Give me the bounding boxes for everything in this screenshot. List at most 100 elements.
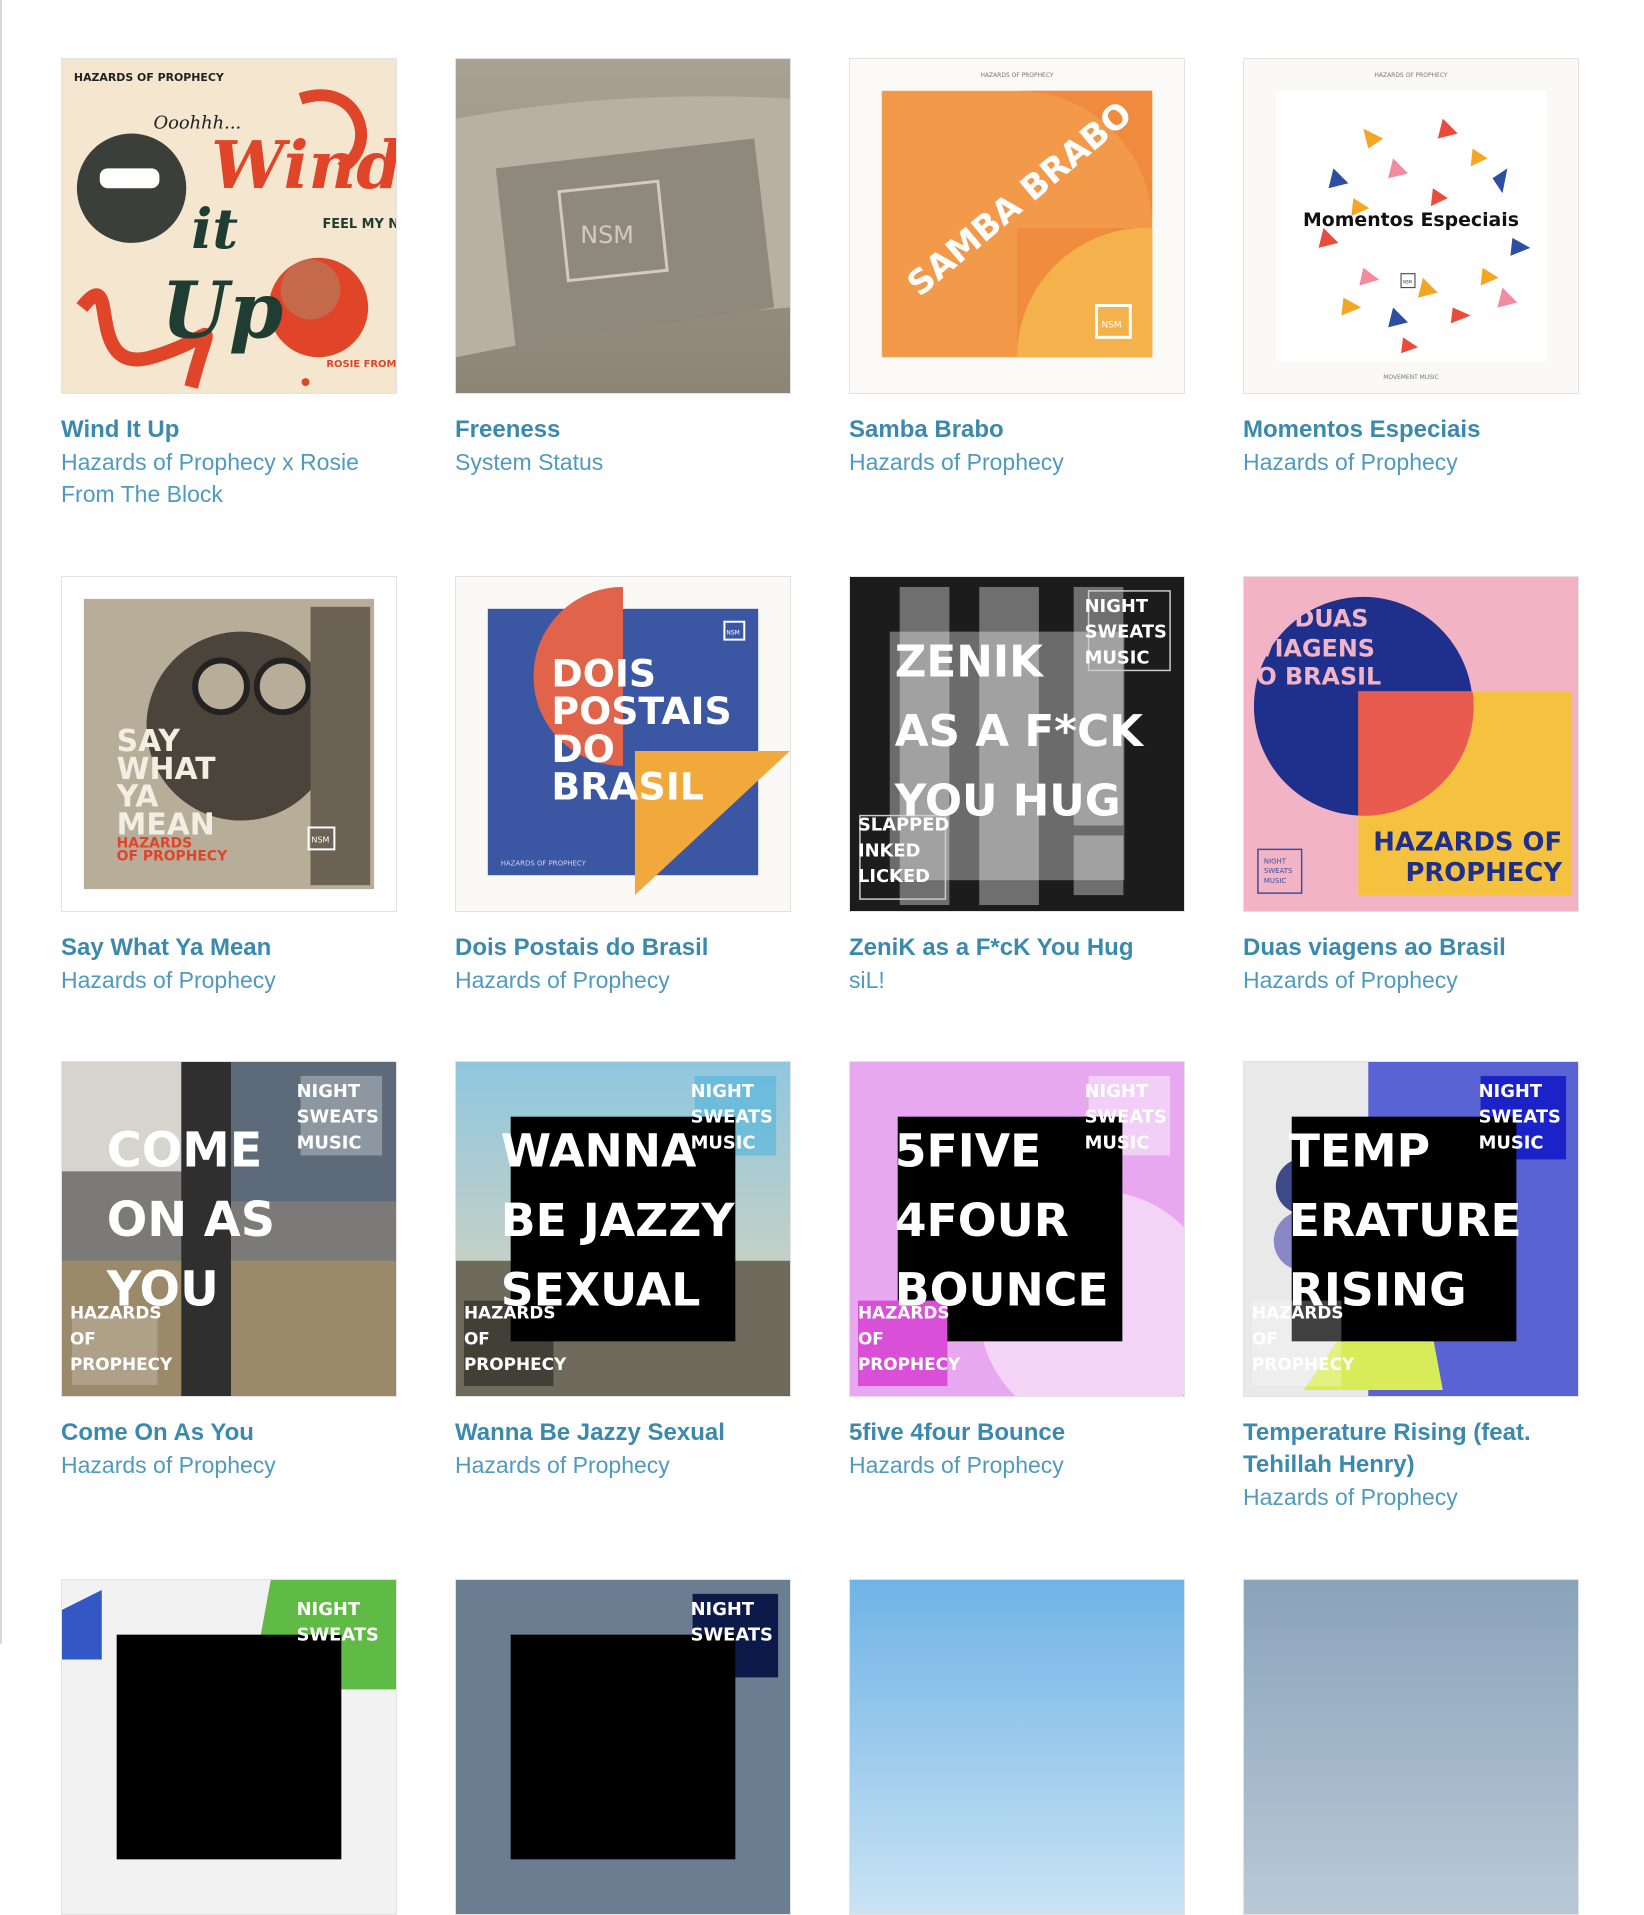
svg-text:HAZARDS OF PROPHECY: HAZARDS OF PROPHECY bbox=[980, 72, 1053, 79]
svg-text:MUSIC: MUSIC bbox=[1479, 1132, 1544, 1153]
svg-text:HAZARDS: HAZARDS bbox=[70, 1302, 162, 1322]
album-cover[interactable]: SAY WHAT YA MEAN HAZARDS OF PROPHECY NSM bbox=[61, 576, 397, 912]
album-cover[interactable]: ZENIK AS A F*CK YOU HUG NIGHT SWEATS MUS… bbox=[849, 576, 1185, 912]
album-artist-link[interactable]: Hazards of Prophecy bbox=[1243, 964, 1579, 996]
album-cover[interactable]: COME ON AS YOU NIGHT SWEATS MUSIC HAZARD… bbox=[61, 1061, 397, 1397]
svg-text:HAZARDS: HAZARDS bbox=[1252, 1302, 1344, 1322]
svg-text:FEEL MY NRG: FEEL MY NRG bbox=[322, 217, 396, 232]
svg-text:AS A F*CK: AS A F*CK bbox=[895, 706, 1145, 757]
svg-text:NIGHT: NIGHT bbox=[691, 1599, 755, 1620]
album-artist-link[interactable]: Hazards of Prophecy x Rosie From The Blo… bbox=[61, 446, 397, 510]
cover-art-wanna-be-jazzy-sexual: WANNA BE JAZZY SEXUAL NIGHT SWEATS MUSIC… bbox=[456, 1062, 790, 1396]
svg-text:SWEATS: SWEATS bbox=[297, 1625, 379, 1646]
svg-text:ERATURE: ERATURE bbox=[1289, 1194, 1522, 1247]
svg-text:HAZARDS OF: HAZARDS OF bbox=[1373, 827, 1562, 857]
svg-text:OF PROPHECY: OF PROPHECY bbox=[117, 848, 228, 864]
svg-text:COME: COME bbox=[107, 1123, 263, 1178]
svg-text:Up: Up bbox=[161, 265, 283, 356]
album-card[interactable]: HAZARDS OF PROPHECY Ooohhh... Wind it Up… bbox=[61, 58, 397, 576]
album-cover[interactable]: 5FIVE 4FOUR BOUNCE NIGHT SWEATS MUSIC HA… bbox=[849, 1061, 1185, 1397]
album-cover[interactable]: NIGHT SWEATS bbox=[61, 1579, 397, 1915]
album-artist-link[interactable]: Hazards of Prophecy bbox=[1243, 1481, 1579, 1513]
svg-text:4FOUR: 4FOUR bbox=[895, 1194, 1069, 1247]
svg-text:PROPHECY: PROPHECY bbox=[1405, 858, 1562, 888]
svg-text:PROPHECY: PROPHECY bbox=[858, 1354, 961, 1374]
svg-text:SWEATS: SWEATS bbox=[297, 1107, 379, 1128]
album-artist-link[interactable]: System Status bbox=[455, 446, 791, 478]
album-cover[interactable]: WANNA BE JAZZY SEXUAL NIGHT SWEATS MUSIC… bbox=[455, 1061, 791, 1397]
album-artist-link[interactable]: siL! bbox=[849, 964, 1185, 996]
album-title-link[interactable]: Come On As You bbox=[61, 1417, 397, 1449]
svg-text:ON AS: ON AS bbox=[107, 1193, 275, 1248]
album-cover[interactable]: HAZARDS OF PROPHECY Momentos Especiais M… bbox=[1243, 58, 1579, 394]
svg-text:SWEATS: SWEATS bbox=[1264, 867, 1293, 875]
album-cover[interactable]: NIGHT SWEATS bbox=[455, 1579, 791, 1915]
album-title-link[interactable]: Duas viagens ao Brasil bbox=[1243, 932, 1579, 964]
album-card[interactable]: TEMP ERATURE RISING NIGHT SWEATS MUSIC H… bbox=[1243, 1061, 1579, 1579]
page-left-border bbox=[0, 0, 2, 1644]
svg-text:MUSIC: MUSIC bbox=[691, 1132, 756, 1153]
album-cover[interactable]: DOIS POSTAIS DO BRASIL HAZARDS OF PROPHE… bbox=[455, 576, 791, 912]
album-cover[interactable]: NSM bbox=[455, 58, 791, 394]
album-card[interactable]: COME ON AS YOU NIGHT SWEATS MUSIC HAZARD… bbox=[61, 1061, 397, 1579]
album-cover[interactable]: DUAS VIAGENS AO BRASIL HAZARDS OF PROPHE… bbox=[1243, 576, 1579, 912]
album-title-link[interactable]: Say What Ya Mean bbox=[61, 932, 397, 964]
album-artist-link[interactable]: Hazards of Prophecy bbox=[61, 1449, 397, 1481]
album-card[interactable]: WANNA BE JAZZY SEXUAL NIGHT SWEATS MUSIC… bbox=[455, 1061, 791, 1579]
svg-text:HAZARDS OF PROPHECY: HAZARDS OF PROPHECY bbox=[1374, 72, 1447, 79]
svg-text:SWEATS: SWEATS bbox=[1085, 1107, 1167, 1128]
svg-text:LICKED: LICKED bbox=[858, 866, 930, 887]
album-cover[interactable]: HAZARDS OF PROPHECY SAMBA BRABO NSM bbox=[849, 58, 1185, 394]
album-title-link[interactable]: Wind It Up bbox=[61, 414, 397, 446]
album-card[interactable]: NIGHT SWEATS bbox=[455, 1579, 791, 1915]
svg-text:MUSIC: MUSIC bbox=[297, 1132, 362, 1153]
svg-text:SLAPPED: SLAPPED bbox=[858, 814, 949, 835]
svg-text:NIGHT: NIGHT bbox=[1479, 1081, 1543, 1102]
album-card[interactable]: SAY WHAT YA MEAN HAZARDS OF PROPHECY NSM… bbox=[61, 576, 397, 1061]
album-artist-link[interactable]: Hazards of Prophecy bbox=[455, 964, 791, 996]
album-cover[interactable]: HAZARDS OF PROPHECY Ooohhh... Wind it Up… bbox=[61, 58, 397, 394]
album-card[interactable] bbox=[849, 1579, 1185, 1915]
svg-text:SWEATS: SWEATS bbox=[691, 1107, 773, 1128]
album-title-link[interactable]: ZeniK as a F*cK You Hug bbox=[849, 932, 1185, 964]
svg-text:it: it bbox=[191, 197, 238, 262]
svg-text:SWEATS: SWEATS bbox=[1479, 1107, 1561, 1128]
album-card[interactable]: ZENIK AS A F*CK YOU HUG NIGHT SWEATS MUS… bbox=[849, 576, 1185, 1061]
album-card[interactable]: NIGHT SWEATS bbox=[61, 1579, 397, 1915]
album-title-link[interactable]: Samba Brabo bbox=[849, 414, 1185, 446]
album-title-link[interactable]: 5five 4four Bounce bbox=[849, 1417, 1185, 1449]
album-card[interactable]: 5FIVE 4FOUR BOUNCE NIGHT SWEATS MUSIC HA… bbox=[849, 1061, 1185, 1579]
album-card[interactable] bbox=[1243, 1579, 1579, 1915]
album-artist-link[interactable]: Hazards of Prophecy bbox=[61, 964, 397, 996]
album-card[interactable]: HAZARDS OF PROPHECY SAMBA BRABO NSM Samb… bbox=[849, 58, 1185, 576]
svg-text:NIGHT: NIGHT bbox=[297, 1599, 361, 1620]
album-title-link[interactable]: Dois Postais do Brasil bbox=[455, 932, 791, 964]
album-title-link[interactable]: Momentos Especiais bbox=[1243, 414, 1579, 446]
svg-text:MUSIC: MUSIC bbox=[1085, 1132, 1150, 1153]
svg-text:ZENIK: ZENIK bbox=[895, 636, 1045, 687]
album-card[interactable]: DUAS VIAGENS AO BRASIL HAZARDS OF PROPHE… bbox=[1243, 576, 1579, 1061]
album-title-link[interactable]: Freeness bbox=[455, 414, 791, 446]
album-cover[interactable]: TEMP ERATURE RISING NIGHT SWEATS MUSIC H… bbox=[1243, 1061, 1579, 1397]
album-title-link[interactable]: Temperature Rising (feat. Tehillah Henry… bbox=[1243, 1417, 1579, 1481]
album-artist-link[interactable]: Hazards of Prophecy bbox=[849, 446, 1185, 478]
cover-art-partial-3 bbox=[850, 1580, 1184, 1914]
album-cover[interactable] bbox=[849, 1579, 1185, 1915]
svg-text:Wind: Wind bbox=[211, 127, 396, 204]
album-artist-link[interactable]: Hazards of Prophecy bbox=[455, 1449, 791, 1481]
svg-text:TEMP: TEMP bbox=[1289, 1124, 1430, 1177]
album-card[interactable]: DOIS POSTAIS DO BRASIL HAZARDS OF PROPHE… bbox=[455, 576, 791, 1061]
svg-text:NIGHT: NIGHT bbox=[1085, 1081, 1149, 1102]
album-artist-link[interactable]: Hazards of Prophecy bbox=[849, 1449, 1185, 1481]
svg-text:5FIVE: 5FIVE bbox=[895, 1124, 1042, 1177]
album-artist-link[interactable]: Hazards of Prophecy bbox=[1243, 446, 1579, 478]
svg-text:ROSIE FROM THE BLOCK: ROSIE FROM THE BLOCK bbox=[326, 359, 396, 370]
album-cover[interactable] bbox=[1243, 1579, 1579, 1915]
svg-text:OF: OF bbox=[858, 1328, 884, 1348]
album-card[interactable]: HAZARDS OF PROPHECY Momentos Especiais M… bbox=[1243, 58, 1579, 576]
cover-art-5five-4four-bounce: 5FIVE 4FOUR BOUNCE NIGHT SWEATS MUSIC HA… bbox=[850, 1062, 1184, 1396]
album-title-link[interactable]: Wanna Be Jazzy Sexual bbox=[455, 1417, 791, 1449]
svg-text:NSM: NSM bbox=[1101, 320, 1121, 330]
svg-text:WANNA: WANNA bbox=[501, 1124, 697, 1177]
album-card[interactable]: NSM Freeness System Status bbox=[455, 58, 791, 576]
